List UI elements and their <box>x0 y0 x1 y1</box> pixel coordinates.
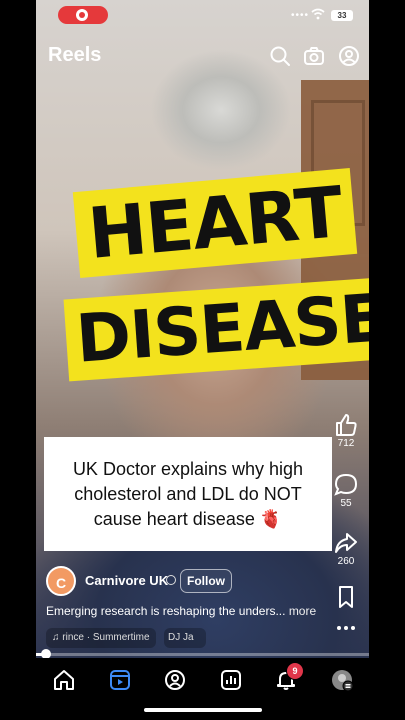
signal-icon: •••• <box>290 10 309 21</box>
notification-badge: 9 <box>286 662 304 680</box>
groups-icon[interactable] <box>163 668 187 692</box>
dashboard-icon[interactable] <box>219 668 243 692</box>
share-icon <box>335 533 357 553</box>
reels-icon[interactable] <box>108 668 132 692</box>
caption-text: UK Doctor explains why high cholesterol … <box>72 458 304 529</box>
like-count: 712 <box>337 438 355 449</box>
share-action[interactable]: 260 <box>331 530 361 567</box>
wifi-icon <box>311 8 325 20</box>
menu-avatar-icon[interactable] <box>330 668 354 692</box>
profile-icon[interactable] <box>338 45 360 67</box>
home-indicator <box>144 708 262 712</box>
audio-artist-label: DJ Ja <box>168 632 194 643</box>
bottom-nav: 9 <box>36 658 369 720</box>
share-count: 260 <box>337 556 355 567</box>
music-note-icon: ♫ <box>52 632 60 643</box>
comment-count: 55 <box>340 498 352 509</box>
more-link[interactable]: more <box>289 604 316 618</box>
video-progress-bar[interactable] <box>36 649 369 659</box>
verified-icon <box>166 575 176 585</box>
description-text: Emerging research is reshaping the under… <box>46 604 286 618</box>
record-icon <box>76 9 88 21</box>
battery-icon: 33 <box>331 10 353 21</box>
camera-icon[interactable] <box>303 45 325 67</box>
bookmark-icon <box>339 586 353 608</box>
comment-action[interactable]: 55 <box>331 472 361 509</box>
reel-description[interactable]: Emerging research is reshaping the under… <box>46 604 326 618</box>
more-options-button[interactable] <box>331 618 361 638</box>
comment-icon <box>334 473 358 496</box>
follow-button[interactable]: Follow <box>180 569 232 593</box>
screen-record-indicator[interactable] <box>58 6 108 24</box>
more-icon <box>337 626 355 630</box>
account-name[interactable]: Carnivore UK <box>85 573 168 588</box>
audio-artist[interactable]: DJ Ja <box>164 628 206 648</box>
search-icon[interactable] <box>269 45 291 67</box>
save-action[interactable] <box>331 584 361 610</box>
audio-track[interactable]: ♫ rince · Summertime <box>46 628 156 648</box>
video-caption: UK Doctor explains why high cholesterol … <box>44 437 332 551</box>
like-icon <box>336 414 357 436</box>
audio-track-label: rince · Summertime <box>62 632 150 643</box>
like-action[interactable]: 712 <box>331 412 361 449</box>
reels-screen: •••• 33 Reels HEART DISEASE UK Doctor ex… <box>36 0 369 720</box>
page-title: Reels <box>48 44 102 66</box>
status-bar: •••• 33 <box>36 0 369 32</box>
home-icon[interactable] <box>52 668 76 692</box>
avatar[interactable]: C <box>46 566 76 596</box>
